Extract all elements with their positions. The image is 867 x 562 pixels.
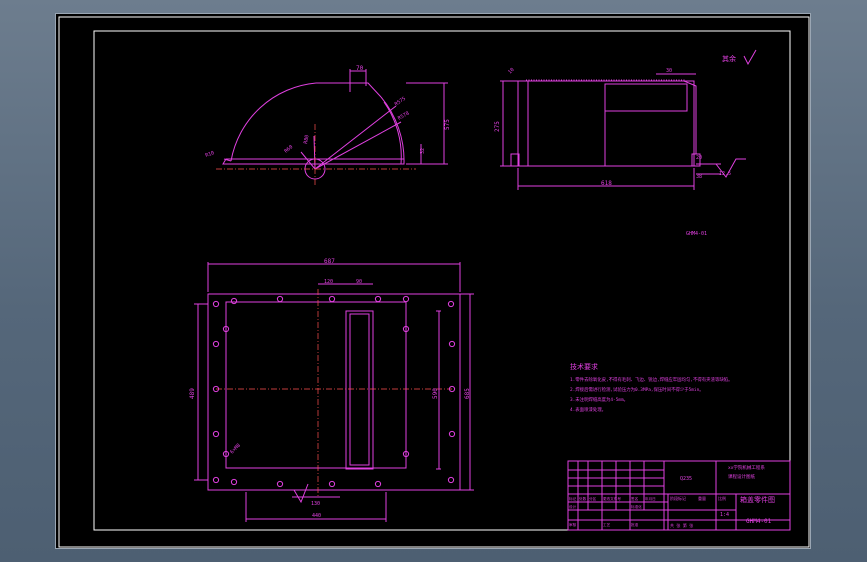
- side-radius-line-2: [314, 121, 402, 170]
- plan-dim-bot2: 440: [312, 513, 321, 519]
- roughness-note: 其余: [722, 49, 757, 66]
- title-row3-approve: 批准: [631, 522, 639, 527]
- side-dim-r2: R578: [397, 111, 410, 122]
- side-dim-small: 32: [420, 148, 426, 154]
- title-part-name: 箱盖零件图: [740, 495, 775, 504]
- title-stage: 阶段标记: [670, 495, 686, 501]
- plan-dim-right1: 590: [432, 388, 439, 399]
- title-row2-standard: 标准化: [631, 504, 642, 509]
- plan-dim-bot1: 130: [311, 501, 320, 507]
- bolt-hole: [448, 340, 456, 348]
- title-row3-process: 工艺: [603, 522, 611, 527]
- bolt-hole: [328, 295, 336, 303]
- plan-dim-right2: 685: [464, 388, 471, 399]
- plan-dim-b: 90: [356, 279, 362, 285]
- title-drawing-no: GHM4-01: [746, 518, 772, 525]
- title-company-2: 课程设计图纸: [728, 473, 755, 480]
- title-row2-design: 设计: [569, 504, 577, 509]
- roughness-callout-front: 12.5: [715, 158, 746, 178]
- front-dim-w: 618: [601, 180, 612, 187]
- side-inner-arc: [383, 101, 402, 165]
- side-dim-height: 575: [444, 119, 451, 130]
- title-company: xx学院机械工程系: [728, 464, 765, 471]
- bolt-hole: [212, 340, 220, 348]
- bolt-hole: [328, 480, 336, 488]
- cad-drawing-canvas[interactable]: 70 575 32 R575 R578 R10 R60 R80 275 618 …: [56, 14, 812, 550]
- side-view: 70 575 32 R575 R578 R10 R60 R80: [205, 65, 451, 186]
- plan-inner-box: [225, 301, 407, 469]
- plan-slot-inner: [349, 313, 370, 466]
- bolt-hole: [448, 430, 456, 438]
- plan-view: 687 120 90 489 590 685 130 440 6×M8: [189, 258, 474, 522]
- front-dim-s2: 38: [696, 174, 702, 180]
- side-dim-flange: R10: [205, 150, 216, 159]
- title-ratio: 比例: [718, 495, 726, 501]
- title-row3-review: 审核: [569, 522, 577, 527]
- tech-req-item-3: 3.未注明焊缝高度为4-5mm。: [570, 396, 628, 403]
- title-row-label-date: 年月日: [645, 496, 656, 501]
- technical-requirements: 技术要求 1.零件去除氧化皮,不得有毛刺、飞边、锐边,焊缝应牢固均匀,不得有夹渣…: [570, 362, 733, 413]
- side-dim-r1: R575: [394, 96, 407, 108]
- bolt-hole: [212, 300, 220, 308]
- bolt-hole: [374, 480, 382, 488]
- plan-dim-a: 120: [324, 279, 333, 285]
- title-scale: 1:4: [720, 512, 729, 518]
- title-sheet: 共 张 第 张: [670, 522, 693, 528]
- bolt-hole: [276, 480, 284, 488]
- title-row-label-file: 更改文件号: [603, 496, 621, 501]
- title-block: Q235 xx学院机械工程系 课程设计图纸 箱盖零件图 GHM4-01 1:4 …: [567, 460, 791, 531]
- front-body-outline: [517, 80, 695, 167]
- bolt-hole: [230, 297, 238, 305]
- roughness-symbol-icon: [743, 49, 757, 66]
- front-dim-lip: 30: [666, 68, 672, 74]
- title-material: Q235: [680, 476, 692, 482]
- bolt-hole: [447, 300, 455, 308]
- plan-outer-flange: [207, 293, 461, 491]
- bolt-hole: [374, 295, 382, 303]
- plan-bolt-holes: [212, 295, 456, 488]
- tech-req-item-4: 4.表面喷漆处理。: [570, 406, 606, 413]
- title-row-label-mark: 标记: [569, 496, 577, 501]
- title-row-label-zone: 分区: [589, 496, 597, 501]
- side-dim-d1: R60: [283, 144, 294, 154]
- bolt-hole: [212, 476, 220, 484]
- roughness-note-label: 其余: [722, 54, 736, 63]
- side-dim-d2: R80: [303, 134, 310, 144]
- plan-dim-left: 489: [189, 388, 196, 399]
- front-dim-s1: 20: [696, 155, 702, 161]
- tech-req-item-1: 1.零件去除氧化皮,不得有毛刺、飞边、锐边,焊缝应牢固均匀,不得有夹渣等缺陷。: [570, 376, 733, 383]
- bolt-hole: [402, 295, 410, 303]
- side-radius-line-1: [314, 105, 397, 170]
- cad-model-viewport[interactable]: 70 575 32 R575 R578 R10 R60 R80 275 618 …: [55, 13, 811, 549]
- front-dim-h: 275: [494, 121, 501, 132]
- view-code-label: GHM4-01: [686, 231, 707, 237]
- roughness-value: 12.5: [719, 171, 731, 177]
- bolt-hole: [447, 476, 455, 484]
- bolt-hole: [276, 295, 284, 303]
- front-inner-rect: [604, 83, 688, 112]
- bolt-hole: [230, 478, 238, 486]
- title-row-label-count: 处数: [579, 496, 587, 501]
- front-left-wall: [517, 80, 529, 167]
- side-base-flange: [222, 158, 405, 165]
- bolt-hole: [212, 430, 220, 438]
- side-dim-top: 70: [356, 65, 364, 72]
- roughness-symbol-icon: [293, 483, 309, 504]
- tech-req-item-2: 2.焊接后需进行检测,试验压力为0.3MPa,保压时间不得少于5min。: [570, 386, 704, 393]
- title-row-label-sign: 签名: [631, 496, 639, 501]
- side-top-edge: [316, 82, 382, 98]
- plan-dim-top: 687: [324, 258, 335, 265]
- title-weight: 重量: [698, 495, 706, 501]
- plan-hole-spec: 6×M8: [229, 443, 242, 456]
- front-view: 275 618 30 10 20 38: [494, 67, 721, 190]
- front-dim-t: 10: [507, 67, 516, 76]
- tech-req-title: 技术要求: [570, 362, 598, 371]
- side-outer-arc: [230, 82, 317, 162]
